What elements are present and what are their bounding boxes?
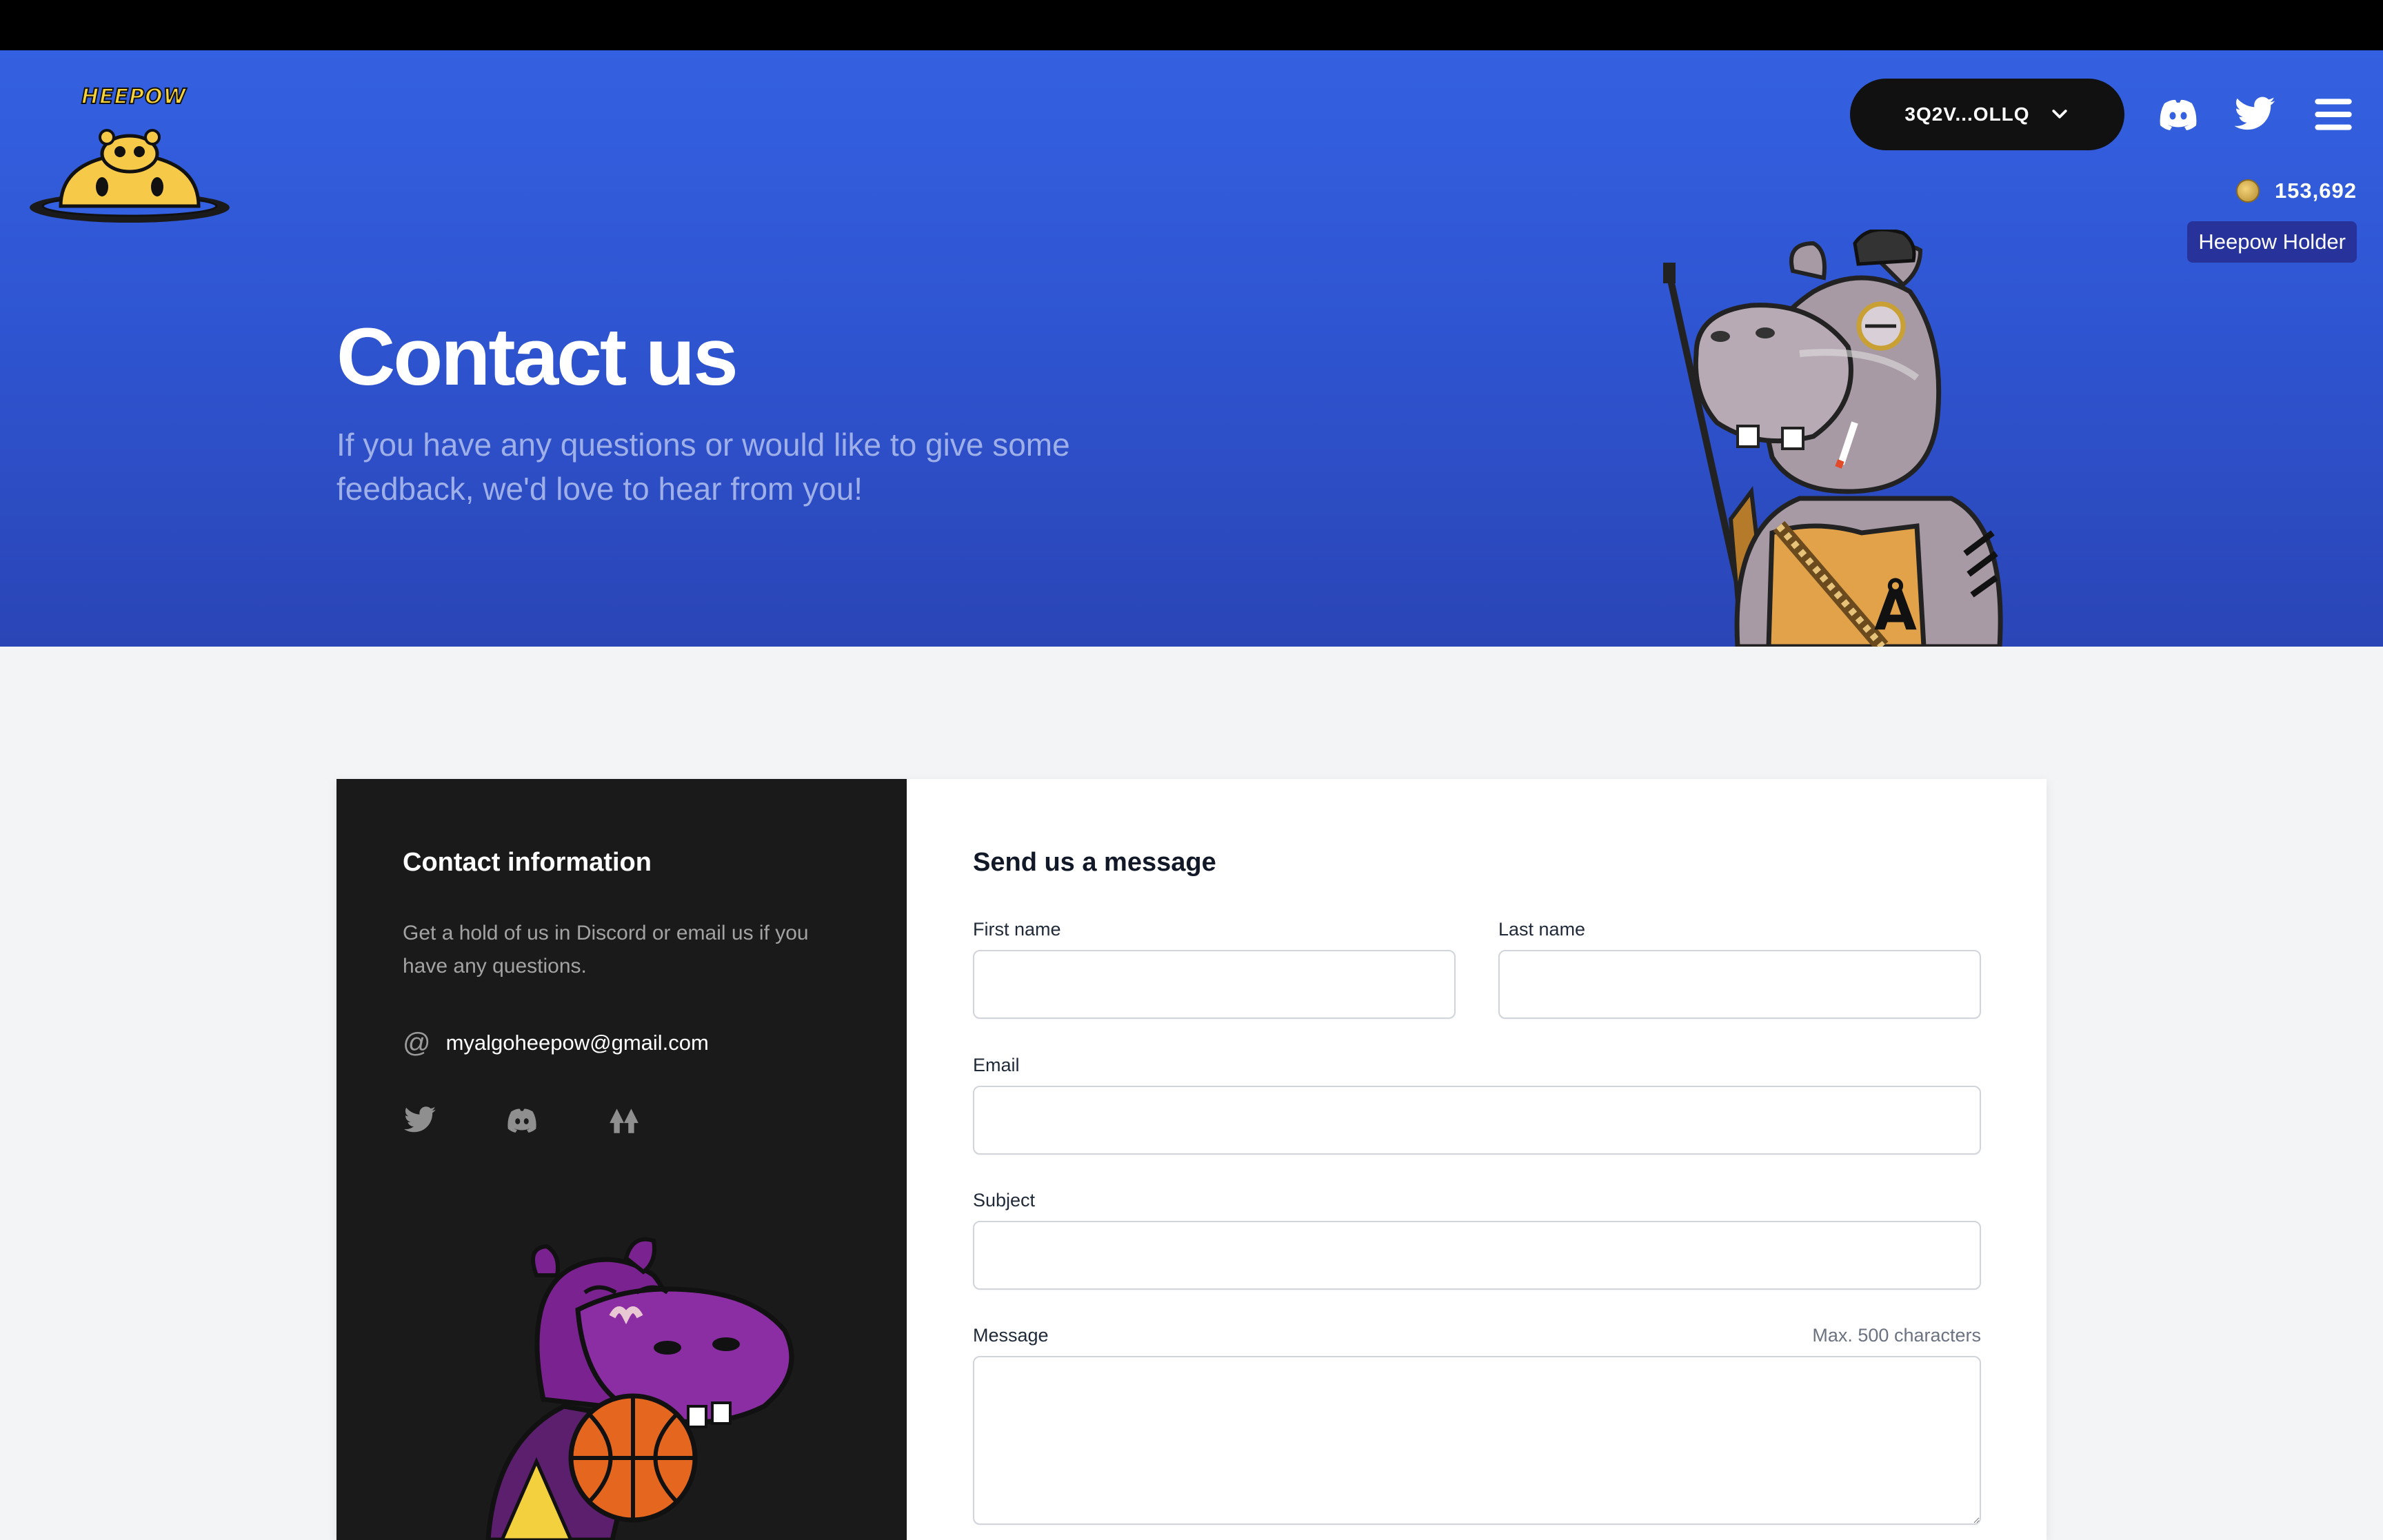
hippo-basketball-illustration	[485, 1237, 794, 1540]
heepow-logo[interactable]: HEEPOW	[28, 84, 234, 243]
contact-card: Contact information Get a hold of us in …	[336, 779, 2047, 1540]
subject-label: Subject	[973, 1190, 1036, 1210]
message-textarea[interactable]	[973, 1356, 1981, 1525]
holder-badge: Heepow Holder	[2187, 221, 2357, 263]
social-links	[403, 1103, 641, 1137]
contact-info-panel: Contact information Get a hold of us in …	[336, 779, 907, 1540]
page-title: Contact us	[336, 312, 738, 403]
menu-icon	[2315, 99, 2352, 130]
contact-info-title: Contact information	[403, 848, 652, 877]
form-title: Send us a message	[973, 848, 1216, 877]
discord-icon	[507, 1108, 536, 1133]
wallet-dropdown-button[interactable]: 3Q2V...OLLQ	[1850, 79, 2124, 150]
balance-value: 153,692	[2274, 179, 2357, 203]
email-input[interactable]	[973, 1086, 1981, 1155]
twitter-social-link[interactable]	[403, 1103, 437, 1137]
subject-input[interactable]	[973, 1221, 1981, 1290]
browser-top-bar	[0, 0, 2383, 50]
marketplace-social-link[interactable]	[607, 1103, 641, 1137]
twitter-link[interactable]	[2232, 92, 2278, 137]
menu-button[interactable]	[2311, 92, 2356, 137]
contact-info-text: Get a hold of us in Discord or email us …	[403, 922, 809, 977]
contact-email: myalgoheepow@gmail.com	[445, 1031, 709, 1055]
nft-marketplace-icon	[610, 1108, 639, 1133]
token-balance: 153,692	[2235, 179, 2357, 203]
message-label: Message	[973, 1325, 1049, 1346]
chevron-down-icon	[2051, 110, 2067, 119]
page-subtitle: If you have any questions or would like …	[336, 427, 1070, 507]
message-char-limit: Max. 500 characters	[1812, 1325, 1981, 1346]
last-name-label: Last name	[1498, 919, 1586, 940]
svg-text:Å: Å	[1874, 578, 1917, 642]
heepow-logo-icon	[30, 129, 230, 223]
at-sign-icon: @	[403, 1028, 431, 1058]
first-name-label: First name	[973, 919, 1061, 940]
contact-email-link[interactable]: @ myalgoheepow@gmail.com	[403, 1029, 709, 1057]
discord-icon	[2160, 99, 2197, 130]
twitter-icon	[2234, 97, 2275, 130]
email-label: Email	[973, 1055, 1020, 1075]
discord-link[interactable]	[2155, 92, 2201, 137]
discord-social-link[interactable]	[505, 1103, 539, 1137]
twitter-icon	[404, 1106, 436, 1133]
last-name-input[interactable]	[1498, 950, 1981, 1019]
first-name-input[interactable]	[973, 950, 1456, 1019]
hero-header: HEEPOW 3Q2V...OLLQ 153,692 Heepow Holder…	[0, 50, 2383, 647]
coin-icon	[2235, 179, 2260, 203]
wallet-address: 3Q2V...OLLQ	[1904, 103, 2030, 125]
hippo-soldier-illustration: Å	[1663, 230, 2003, 647]
